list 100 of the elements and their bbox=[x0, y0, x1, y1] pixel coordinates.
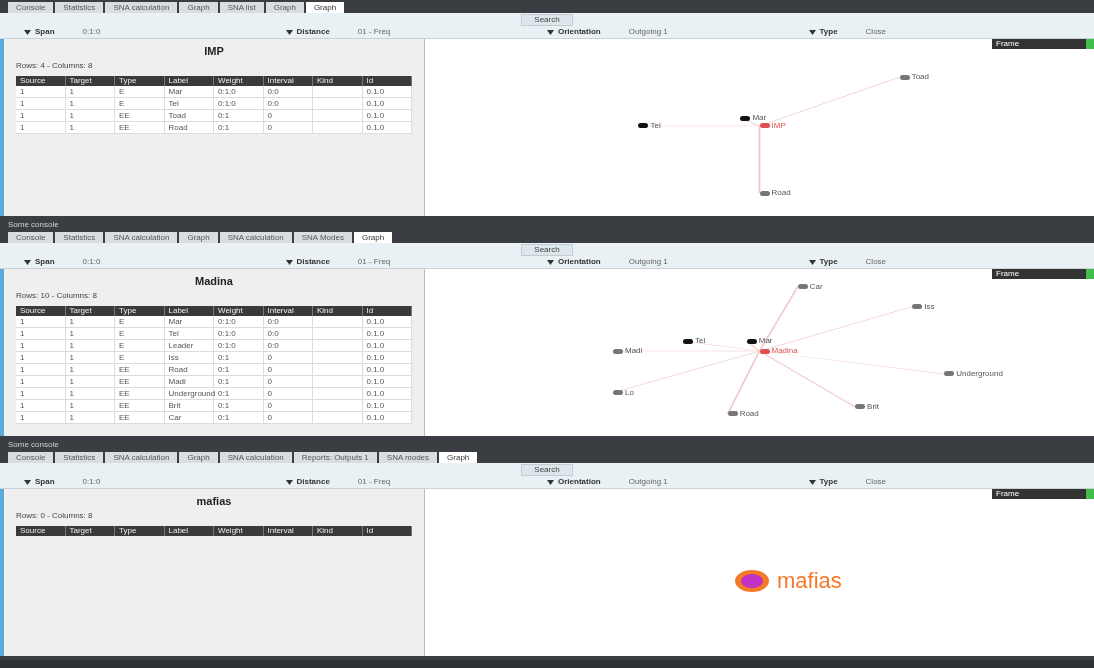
graph-node[interactable] bbox=[899, 74, 910, 80]
column-header[interactable]: Kind bbox=[313, 75, 363, 86]
column-header[interactable]: Interval bbox=[263, 305, 313, 316]
filter-label[interactable]: Distance bbox=[296, 256, 330, 268]
table-cell: EE bbox=[115, 411, 165, 423]
graph-node[interactable] bbox=[759, 348, 770, 354]
column-header[interactable]: Label bbox=[164, 305, 214, 316]
table-cell: 0:1:0 bbox=[214, 85, 264, 97]
search-button[interactable]: Search bbox=[521, 243, 573, 256]
graph-node[interactable] bbox=[613, 390, 623, 396]
node-label: Madina bbox=[771, 345, 798, 358]
search-button[interactable]: Search bbox=[521, 463, 573, 476]
filter-label[interactable]: Distance bbox=[296, 26, 330, 38]
column-header[interactable]: Weight bbox=[214, 305, 264, 316]
table-cell: 0:1 bbox=[214, 363, 264, 375]
graph-node[interactable] bbox=[759, 190, 770, 196]
tab[interactable]: Graph bbox=[179, 452, 218, 463]
filter-label[interactable]: Type bbox=[819, 26, 838, 38]
graph-node[interactable] bbox=[797, 284, 808, 290]
filter-value: 01 - Freq bbox=[357, 256, 391, 268]
graph-node[interactable] bbox=[740, 115, 751, 121]
tab[interactable]: Graph bbox=[305, 2, 345, 13]
filter-label[interactable]: Distance bbox=[296, 476, 330, 488]
table-cell: 0:1 bbox=[214, 109, 264, 121]
graph-node[interactable] bbox=[759, 123, 770, 129]
column-header[interactable]: Target bbox=[65, 75, 115, 86]
column-header[interactable]: Target bbox=[65, 305, 115, 316]
column-header[interactable]: Source bbox=[16, 305, 66, 316]
filter-label[interactable]: Span bbox=[35, 26, 55, 38]
graph-node[interactable] bbox=[746, 338, 757, 344]
tab[interactable]: Statistics bbox=[55, 232, 104, 243]
table-cell: EE bbox=[115, 375, 165, 387]
graph-node[interactable] bbox=[613, 348, 623, 354]
table-cell: Tel bbox=[164, 97, 214, 109]
table-cell: EE bbox=[115, 387, 165, 399]
column-header[interactable]: Kind bbox=[313, 305, 363, 316]
table-cell: 1 bbox=[65, 85, 115, 97]
filter-label[interactable]: Span bbox=[35, 476, 55, 488]
tab[interactable]: SNA Modes bbox=[293, 232, 352, 243]
table-cell: 0.1.0 bbox=[362, 363, 412, 375]
tab[interactable]: SNA calculation bbox=[105, 452, 178, 463]
tab[interactable]: Console bbox=[8, 452, 54, 463]
tab[interactable]: Reports: Outputs 1 bbox=[293, 452, 377, 463]
column-header[interactable]: Interval bbox=[263, 75, 313, 86]
filter-label[interactable]: Span bbox=[35, 256, 55, 268]
caret-icon bbox=[808, 479, 816, 485]
filter-label[interactable]: Type bbox=[819, 476, 838, 488]
column-header[interactable]: Label bbox=[164, 75, 214, 86]
table-cell: 1 bbox=[65, 327, 115, 339]
table-cell: 0.1.0 bbox=[362, 411, 412, 423]
tab[interactable]: SNA calculation bbox=[105, 2, 178, 13]
filter-label[interactable]: Type bbox=[819, 256, 838, 268]
tab[interactable]: SNA calculation bbox=[219, 452, 292, 463]
search-button[interactable]: Search bbox=[521, 13, 573, 26]
table-cell: 0 bbox=[263, 363, 313, 375]
table-cell: 1 bbox=[16, 363, 66, 375]
tab[interactable]: Graph bbox=[179, 232, 218, 243]
tab[interactable]: Statistics bbox=[55, 452, 104, 463]
column-header[interactable]: Id bbox=[362, 75, 412, 86]
tab[interactable]: SNA list bbox=[219, 2, 264, 13]
tab[interactable]: Console bbox=[8, 2, 54, 13]
table-cell: Leader bbox=[164, 339, 214, 351]
table-cell: E bbox=[115, 339, 165, 351]
tab[interactable]: Graph bbox=[439, 452, 478, 463]
node-label: Brit bbox=[867, 400, 880, 413]
column-header[interactable]: Id bbox=[362, 305, 412, 316]
graph-node[interactable] bbox=[855, 404, 866, 410]
column-header[interactable]: Type bbox=[115, 525, 165, 536]
column-header[interactable]: Id bbox=[362, 525, 412, 536]
table-cell: E bbox=[115, 97, 165, 109]
tab[interactable]: SNA calculation bbox=[219, 232, 292, 243]
column-header[interactable]: Target bbox=[65, 525, 115, 536]
filter-label[interactable]: Orientation bbox=[558, 476, 601, 488]
column-header[interactable]: Type bbox=[115, 75, 165, 86]
column-header[interactable]: Interval bbox=[263, 525, 313, 536]
column-header[interactable]: Source bbox=[16, 75, 66, 86]
graph-node[interactable] bbox=[683, 338, 694, 344]
filter-label[interactable]: Orientation bbox=[558, 26, 601, 38]
graph-node[interactable] bbox=[912, 304, 923, 310]
table-cell: Road bbox=[164, 363, 214, 375]
filter-label[interactable]: Orientation bbox=[558, 256, 601, 268]
column-header[interactable]: Weight bbox=[214, 525, 264, 536]
filter-value: Close bbox=[865, 476, 887, 488]
tab[interactable]: Graph bbox=[353, 232, 393, 243]
tab[interactable]: Statistics bbox=[55, 2, 104, 13]
tab[interactable]: SNA modes bbox=[378, 452, 438, 463]
tab[interactable]: Graph bbox=[265, 2, 304, 13]
table-cell: 1 bbox=[16, 121, 66, 133]
column-header[interactable]: Type bbox=[115, 305, 165, 316]
column-header[interactable]: Source bbox=[16, 525, 66, 536]
tab[interactable]: Console bbox=[8, 232, 54, 243]
tab[interactable]: Graph bbox=[179, 2, 218, 13]
caret-icon bbox=[808, 29, 816, 35]
column-header[interactable]: Kind bbox=[313, 525, 363, 536]
graph-node[interactable] bbox=[944, 371, 955, 377]
graph-node[interactable] bbox=[727, 411, 738, 417]
column-header[interactable]: Weight bbox=[214, 75, 264, 86]
column-header[interactable]: Label bbox=[164, 525, 214, 536]
graph-node[interactable] bbox=[638, 123, 649, 129]
tab[interactable]: SNA calculation bbox=[105, 232, 178, 243]
